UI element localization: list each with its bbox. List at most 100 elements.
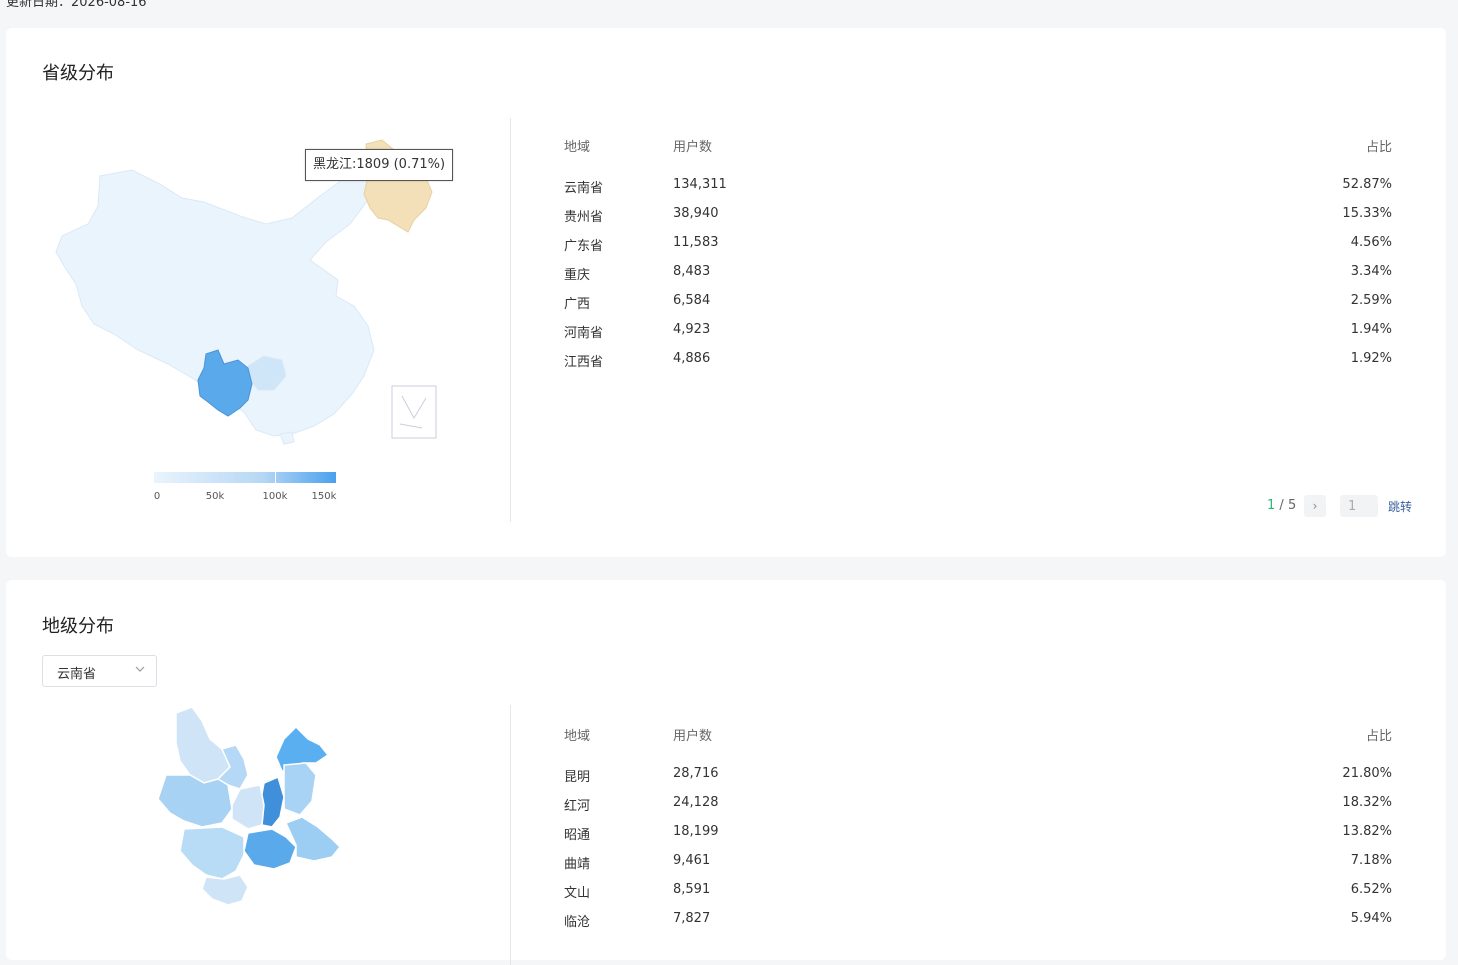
cell-pct: 18.32% <box>1342 795 1392 810</box>
header-users: 用户数 <box>673 729 713 744</box>
update-date-label: 更新日期： <box>6 0 72 10</box>
yunnan-map-svg[interactable] <box>136 705 356 915</box>
cell-users: 38,940 <box>673 206 719 221</box>
cell-users: 28,716 <box>673 766 719 781</box>
province-card-title: 省级分布 <box>42 63 114 84</box>
table-body: 云南省 134,311 52.87% 贵州省 38,940 15.33% 广东省… <box>564 177 1392 380</box>
header-pct: 占比 <box>1365 140 1392 155</box>
cell-pct: 1.92% <box>1350 351 1392 366</box>
cell-users: 11,583 <box>673 235 719 250</box>
map-south-china-sea-inset <box>391 385 437 439</box>
cell-region: 红河 <box>564 799 591 814</box>
cell-users: 18,199 <box>673 824 719 839</box>
cell-pct: 5.94% <box>1350 911 1392 926</box>
province-distribution-card: 省级分布 黑龙江:1809 (0.71%) 0 50k 100k 150k 地域… <box>6 28 1446 557</box>
legend-tick <box>275 472 276 483</box>
cell-region: 重庆 <box>564 268 591 283</box>
map-city-qujing[interactable] <box>283 762 317 816</box>
table-row: 广西 6,584 2.59% <box>564 293 1392 322</box>
map-city-honghe[interactable] <box>243 828 297 870</box>
cell-users: 7,827 <box>673 911 711 926</box>
card-divider <box>510 118 511 522</box>
page-jump-input[interactable] <box>1340 495 1378 517</box>
legend-label-50k: 50k <box>205 491 225 502</box>
jump-button[interactable]: 跳转 <box>1388 498 1412 515</box>
header-region: 地域 <box>564 140 591 155</box>
cell-region: 广东省 <box>564 239 604 254</box>
map-city-lincang-puer[interactable] <box>179 826 245 880</box>
province-select-value: 云南省 <box>57 667 97 682</box>
cell-region: 曲靖 <box>564 857 591 872</box>
cell-region: 云南省 <box>564 181 604 196</box>
map-city-xishuangbanna[interactable] <box>201 874 249 906</box>
map-city-baoshan-dali[interactable] <box>157 774 233 828</box>
legend-gradient-bar[interactable] <box>154 472 336 483</box>
cell-pct: 4.56% <box>1350 235 1392 250</box>
map-city-wenshan[interactable] <box>284 816 342 862</box>
table-row: 昭通 18,199 13.82% <box>564 824 1392 853</box>
table-row: 河南省 4,923 1.94% <box>564 322 1392 351</box>
header-region: 地域 <box>564 729 591 744</box>
table-header: 地域 用户数 占比 <box>564 136 1392 155</box>
update-date-value: 2026-08-16 <box>71 0 147 10</box>
card-divider <box>510 705 511 965</box>
map-city-chuxiong[interactable] <box>231 784 265 830</box>
update-date-line: 更新日期：2026-08-16 <box>6 0 147 11</box>
table-row: 红河 24,128 18.32% <box>564 795 1392 824</box>
province-select[interactable]: 云南省 <box>42 655 157 687</box>
cell-region: 昆明 <box>564 770 591 785</box>
cell-pct: 21.80% <box>1342 766 1392 781</box>
cell-pct: 13.82% <box>1342 824 1392 839</box>
chevron-down-icon <box>135 666 145 672</box>
cell-users: 24,128 <box>673 795 719 810</box>
table-row: 临沧 7,827 5.94% <box>564 911 1392 940</box>
cell-users: 8,591 <box>673 882 711 897</box>
cell-users: 8,483 <box>673 264 711 279</box>
cell-region: 广西 <box>564 297 591 312</box>
table-row: 江西省 4,886 1.92% <box>564 351 1392 380</box>
cell-users: 4,923 <box>673 322 711 337</box>
cell-pct: 15.33% <box>1342 206 1392 221</box>
map-city-diqing-nujiang[interactable] <box>175 706 231 784</box>
table-body: 昆明 28,716 21.80% 红河 24,128 18.32% 昭通 18,… <box>564 766 1392 940</box>
cell-region: 昭通 <box>564 828 591 843</box>
header-pct: 占比 <box>1365 729 1392 744</box>
legend-labels: 0 50k 100k 150k <box>153 491 337 505</box>
cell-pct: 52.87% <box>1342 177 1392 192</box>
cell-users: 134,311 <box>673 177 727 192</box>
cell-users: 9,461 <box>673 853 711 868</box>
yunnan-map[interactable] <box>136 705 356 915</box>
page-total: 5 <box>1287 498 1297 513</box>
city-card-title: 地级分布 <box>42 616 114 637</box>
chevron-right-icon: › <box>1312 499 1318 513</box>
cell-pct: 1.94% <box>1350 322 1392 337</box>
header-users: 用户数 <box>673 140 713 155</box>
page-indicator: 1 / 5 <box>1267 498 1296 513</box>
next-page-button[interactable]: › <box>1304 495 1326 517</box>
cell-users: 6,584 <box>673 293 711 308</box>
city-table: 地域 用户数 占比 昆明 28,716 21.80% 红河 24,128 18.… <box>564 725 1392 940</box>
province-table: 地域 用户数 占比 云南省 134,311 52.87% 贵州省 38,940 … <box>564 136 1392 380</box>
cell-pct: 3.34% <box>1350 264 1392 279</box>
page-separator: / <box>1275 498 1288 513</box>
legend-label-100k: 100k <box>262 491 288 502</box>
legend-label-0: 0 <box>153 491 161 502</box>
cell-region: 河南省 <box>564 326 604 341</box>
cell-region: 江西省 <box>564 355 604 370</box>
cell-pct: 6.52% <box>1350 882 1392 897</box>
table-row: 贵州省 38,940 15.33% <box>564 206 1392 235</box>
map-tooltip: 黑龙江:1809 (0.71%) <box>305 149 454 181</box>
table-row: 广东省 11,583 4.56% <box>564 235 1392 264</box>
table-row: 曲靖 9,461 7.18% <box>564 853 1392 882</box>
cell-region: 贵州省 <box>564 210 604 225</box>
cell-pct: 2.59% <box>1350 293 1392 308</box>
cell-region: 文山 <box>564 886 591 901</box>
map-inset-islands <box>399 395 427 429</box>
cell-pct: 7.18% <box>1350 853 1392 868</box>
map-region-hainan[interactable] <box>279 431 295 445</box>
table-header: 地域 用户数 占比 <box>564 725 1392 744</box>
table-row: 云南省 134,311 52.87% <box>564 177 1392 206</box>
cell-region: 临沧 <box>564 915 591 930</box>
table-row: 昆明 28,716 21.80% <box>564 766 1392 795</box>
cell-users: 4,886 <box>673 351 711 366</box>
